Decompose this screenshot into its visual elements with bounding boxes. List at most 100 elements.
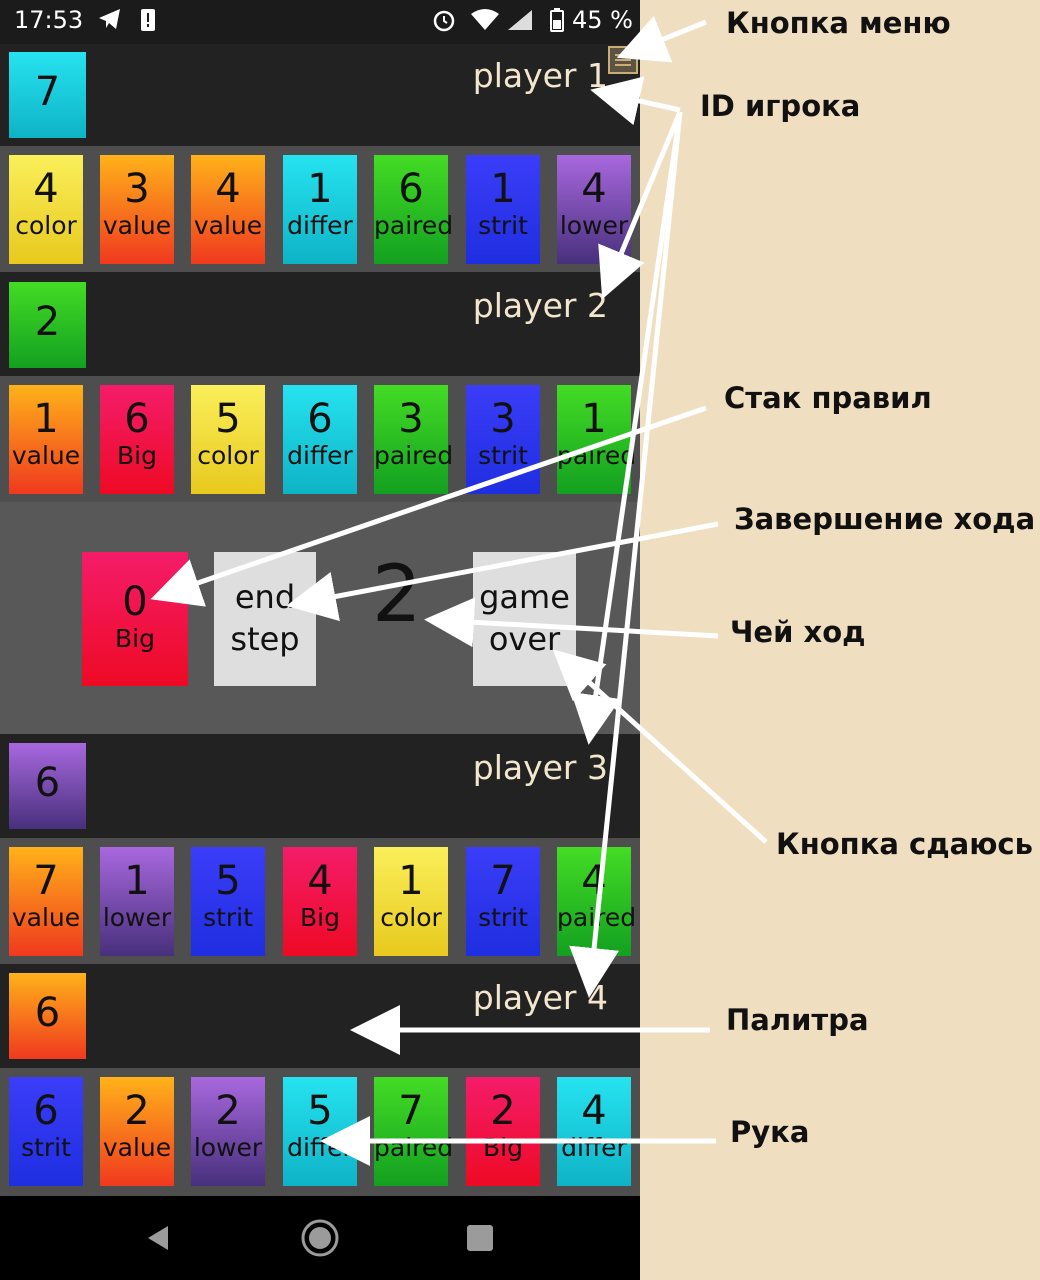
card-value: 2: [490, 1088, 516, 1134]
hand-card[interactable]: 6 strit: [9, 1077, 83, 1186]
card-rule: paired: [557, 441, 637, 470]
end-step-button[interactable]: end step: [214, 552, 316, 686]
annotation-palette: Палитра: [726, 1003, 869, 1037]
alert-icon: [140, 8, 156, 38]
card-rule: strit: [203, 903, 253, 932]
hand-card[interactable]: 3 paired: [374, 385, 453, 494]
palette-value: 7: [34, 69, 61, 115]
card-rule: paired: [374, 1133, 454, 1162]
card-value: 1: [398, 858, 424, 904]
card-rule: value: [11, 441, 81, 470]
hand-card[interactable]: 5 color: [191, 385, 265, 494]
wifi-icon: [470, 8, 500, 36]
palette-value: 6: [34, 990, 61, 1036]
end-step-line2: step: [230, 620, 300, 658]
alarm-icon: [432, 8, 456, 38]
card-value: 1: [307, 166, 333, 212]
hand-card[interactable]: 6 paired: [374, 155, 454, 264]
card-value: 4: [307, 858, 333, 904]
card-rule: lower: [102, 903, 172, 932]
card-value: 1: [490, 166, 516, 212]
hand-card[interactable]: 7 value: [9, 847, 83, 956]
hand-card[interactable]: 2 lower: [191, 1077, 265, 1186]
card-rule: value: [193, 211, 263, 240]
hand-card[interactable]: 4 Big: [283, 847, 357, 956]
card-value: 6: [307, 396, 333, 442]
card-rule: value: [102, 1133, 172, 1162]
hand-card[interactable]: 7 paired: [374, 1077, 454, 1186]
card-rule: color: [15, 211, 77, 240]
home-icon[interactable]: [300, 1218, 340, 1262]
card-value: 5: [307, 1088, 333, 1134]
card-rule: strit: [21, 1133, 71, 1162]
card-rule: value: [11, 903, 81, 932]
card-rule: paired: [374, 211, 454, 240]
card-rule: strit: [478, 211, 528, 240]
player-id-label: player 1: [472, 56, 608, 95]
rule-stack-value: 0: [122, 579, 148, 625]
status-time: 17:53: [14, 6, 84, 34]
recents-icon[interactable]: [466, 1224, 494, 1256]
card-value: 3: [124, 166, 150, 212]
hand-card[interactable]: 5 differ: [283, 1077, 357, 1186]
palette-card-player-1[interactable]: 7: [9, 52, 86, 138]
hand-card[interactable]: 6 differ: [283, 385, 357, 494]
card-value: 1: [581, 396, 607, 442]
hand-card[interactable]: 1 paired: [557, 385, 637, 494]
annotation-surrender: Кнопка сдаюсь: [776, 827, 1033, 861]
card-rule: differ: [287, 211, 353, 240]
signal-icon: [506, 8, 534, 38]
hand-card[interactable]: 1 lower: [100, 847, 174, 956]
card-value: 6: [33, 1088, 59, 1134]
back-icon[interactable]: [144, 1224, 172, 1256]
card-rule: Big: [117, 441, 157, 470]
card-rule: differ: [287, 1133, 353, 1162]
annotation-player-id: ID игрока: [700, 89, 861, 123]
palette-card-player-3[interactable]: 6: [9, 743, 86, 829]
annotation-rule-stack: Стак правил: [724, 381, 932, 415]
hand-card[interactable]: 4 color: [9, 155, 83, 264]
hand-card[interactable]: 2 value: [100, 1077, 174, 1186]
card-rule: color: [380, 903, 442, 932]
card-value: 4: [581, 1088, 607, 1134]
hand-card[interactable]: 4 value: [191, 155, 265, 264]
hand-card[interactable]: 3 value: [100, 155, 174, 264]
card-value: 1: [124, 858, 150, 904]
card-rule: strit: [478, 441, 528, 470]
card-rule: differ: [287, 441, 353, 470]
hand-card[interactable]: 1 value: [9, 385, 83, 494]
annotation-end-turn: Завершение хода: [734, 502, 1036, 536]
annotation-whose-turn: Чей ход: [730, 615, 866, 649]
card-value: 2: [215, 1088, 241, 1134]
card-value: 6: [398, 166, 424, 212]
hand-card[interactable]: 4 differ: [557, 1077, 631, 1186]
card-value: 3: [490, 396, 516, 442]
rule-stack-card[interactable]: 0 Big: [82, 552, 188, 686]
card-rule: differ: [561, 1133, 627, 1162]
card-value: 6: [124, 396, 150, 442]
battery-percent: 45 %: [572, 6, 633, 34]
menu-icon: [615, 54, 631, 56]
hand-card[interactable]: 4 paired: [557, 847, 636, 956]
card-rule: strit: [478, 903, 528, 932]
palette-card-player-2[interactable]: 2: [9, 282, 86, 368]
card-value: 4: [215, 166, 241, 212]
game-over-button[interactable]: game over: [473, 552, 576, 686]
hand-card[interactable]: 4 lower: [557, 155, 631, 264]
card-value: 3: [398, 396, 424, 442]
hand-card[interactable]: 5 strit: [191, 847, 265, 956]
player-id-label: player 3: [472, 748, 608, 787]
palette-card-player-4[interactable]: 6: [9, 973, 86, 1059]
hand-card[interactable]: 1 differ: [283, 155, 357, 264]
card-rule: lower: [193, 1133, 263, 1162]
phone-screen: 17:53 45 % 7 player 1 4 color 3 value 4 …: [0, 0, 640, 1280]
hand-card[interactable]: 7 strit: [466, 847, 540, 956]
hand-card[interactable]: 6 Big: [100, 385, 174, 494]
menu-button[interactable]: [608, 46, 638, 74]
card-value: 4: [581, 858, 607, 904]
hand-card[interactable]: 2 Big: [466, 1077, 540, 1186]
card-value: 7: [33, 858, 59, 904]
hand-card[interactable]: 1 strit: [466, 155, 540, 264]
hand-card[interactable]: 1 color: [374, 847, 448, 956]
hand-card[interactable]: 3 strit: [466, 385, 540, 494]
